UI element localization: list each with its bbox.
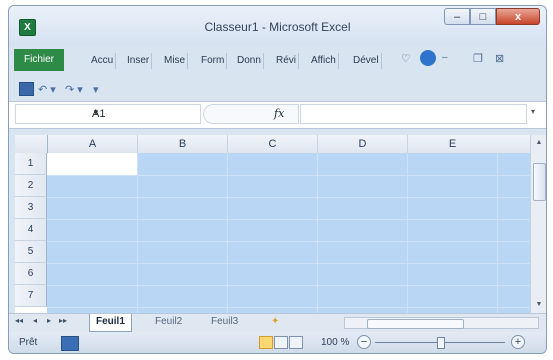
name-box[interactable]: A1 ▼ <box>15 104 201 124</box>
next-sheet-icon[interactable]: ▸ <box>47 316 51 325</box>
maximize-icon: □ <box>479 10 487 23</box>
tab-developer[interactable]: Dével <box>351 53 382 69</box>
tab-insert[interactable]: Inser <box>125 53 153 69</box>
gridline <box>497 153 498 313</box>
tab-view[interactable]: Affich <box>309 53 339 69</box>
help-icon[interactable] <box>420 50 436 66</box>
chevron-down-icon[interactable]: ▼ <box>92 108 100 117</box>
formula-input[interactable] <box>300 104 527 124</box>
save-icon[interactable] <box>19 82 34 96</box>
tab-page-layout[interactable]: Mise <box>162 53 189 69</box>
active-cell-a1[interactable] <box>47 153 137 175</box>
excel-window: X Classeur1 - Microsoft Excel – □ x Fich… <box>8 5 547 354</box>
quick-access-toolbar: ↶ ▾ ↷ ▾ ▾ <box>9 77 546 99</box>
sheet-tab-feuil1[interactable]: Feuil1 <box>89 314 132 332</box>
column-header-b[interactable]: B <box>138 135 228 153</box>
row-header-2[interactable]: 2 <box>15 175 47 197</box>
window-minimize-icon[interactable]: ‒ <box>442 52 448 63</box>
gridline <box>47 307 530 308</box>
status-bar: Prêt 100 % − + <box>9 332 546 353</box>
close-icon: x <box>514 10 522 23</box>
window-restore-icon[interactable]: ❐ <box>473 52 483 65</box>
tab-formulas[interactable]: Form <box>199 53 228 69</box>
column-header-a[interactable]: A <box>48 135 138 153</box>
select-all-button[interactable] <box>15 135 48 153</box>
column-headers: A B C D E <box>15 135 530 154</box>
gridline <box>137 153 138 313</box>
window-controls: – □ x <box>444 8 540 25</box>
last-sheet-icon[interactable]: ▸▸ <box>59 316 67 325</box>
vertical-scrollbar[interactable]: ▲ ▼ <box>530 135 546 313</box>
maximize-button[interactable]: □ <box>470 8 496 25</box>
horizontal-scrollbar[interactable] <box>344 317 539 329</box>
column-header-c[interactable]: C <box>228 135 318 153</box>
tab-data[interactable]: Donn <box>235 53 264 69</box>
insert-function-button[interactable]: fx <box>274 107 284 120</box>
status-ready: Prêt <box>19 337 38 348</box>
column-header-e[interactable]: E <box>408 135 497 153</box>
window-close-icon[interactable]: ⊠ <box>495 52 504 65</box>
expand-formula-icon[interactable]: ▾ <box>531 107 535 116</box>
horizontal-scroll-thumb[interactable] <box>367 319 464 329</box>
view-buttons <box>259 336 303 349</box>
tab-home[interactable]: Accu <box>89 53 117 69</box>
close-button[interactable]: x <box>496 8 540 25</box>
gridline <box>317 153 318 313</box>
zoom-in-icon[interactable]: + <box>511 335 525 349</box>
gridline <box>407 153 408 313</box>
row-header-7[interactable]: 7 <box>15 285 47 307</box>
macro-record-icon[interactable] <box>61 336 79 351</box>
undo-icon[interactable]: ↶ ▾ <box>38 83 56 96</box>
row-header-1[interactable]: 1 <box>15 153 47 175</box>
insert-sheet-icon[interactable]: ✦ <box>265 314 285 331</box>
page-layout-view-button[interactable] <box>274 336 288 349</box>
row-header-3[interactable]: 3 <box>15 197 47 219</box>
page-break-view-button[interactable] <box>289 336 303 349</box>
gridline <box>47 219 530 220</box>
zoom-level[interactable]: 100 % <box>321 337 349 348</box>
scroll-up-icon[interactable]: ▲ <box>533 137 545 149</box>
first-sheet-icon[interactable]: ◂◂ <box>15 316 23 325</box>
function-area: fx <box>203 104 299 124</box>
ribbon-tabs: Fichier Accu Inser Mise Form Donn Révi A… <box>9 49 546 71</box>
minimize-icon: – <box>453 10 461 23</box>
minimize-button[interactable]: – <box>444 8 470 25</box>
row-header-6[interactable]: 6 <box>15 263 47 285</box>
column-header-d[interactable]: D <box>318 135 408 153</box>
zoom-slider-handle[interactable] <box>437 337 445 349</box>
worksheet-grid: A B C D E 1 2 3 4 5 6 7 <box>15 135 530 313</box>
sheet-tab-feuil2[interactable]: Feuil2 <box>149 314 188 331</box>
sheet-tab-bar: ◂◂ ◂ ▸ ▸▸ Feuil1 Feuil2 Feuil3 ✦ <box>9 313 546 332</box>
tab-file[interactable]: Fichier <box>14 49 64 71</box>
gridline <box>47 263 530 264</box>
gridline <box>47 175 530 176</box>
row-header-5[interactable]: 5 <box>15 241 47 263</box>
gridline <box>47 285 530 286</box>
gridline <box>47 197 530 198</box>
vertical-scroll-thumb[interactable] <box>533 163 546 201</box>
minimize-ribbon-icon[interactable]: ♡ <box>401 52 411 65</box>
title-bar: X Classeur1 - Microsoft Excel – □ x <box>9 6 546 46</box>
zoom-out-icon[interactable]: − <box>357 335 371 349</box>
prev-sheet-icon[interactable]: ◂ <box>33 316 37 325</box>
selected-cell-range[interactable] <box>47 153 530 313</box>
row-header-4[interactable]: 4 <box>15 219 47 241</box>
scroll-down-icon[interactable]: ▼ <box>533 299 545 311</box>
sheet-tab-feuil3[interactable]: Feuil3 <box>205 314 244 331</box>
redo-icon[interactable]: ↷ ▾ <box>65 83 83 96</box>
formula-bar: A1 ▼ fx ▾ <box>9 101 546 129</box>
customize-qat-icon[interactable]: ▾ <box>93 83 99 96</box>
gridline <box>47 241 530 242</box>
normal-view-button[interactable] <box>259 336 273 349</box>
gridline <box>227 153 228 313</box>
tab-review[interactable]: Révi <box>274 53 300 69</box>
